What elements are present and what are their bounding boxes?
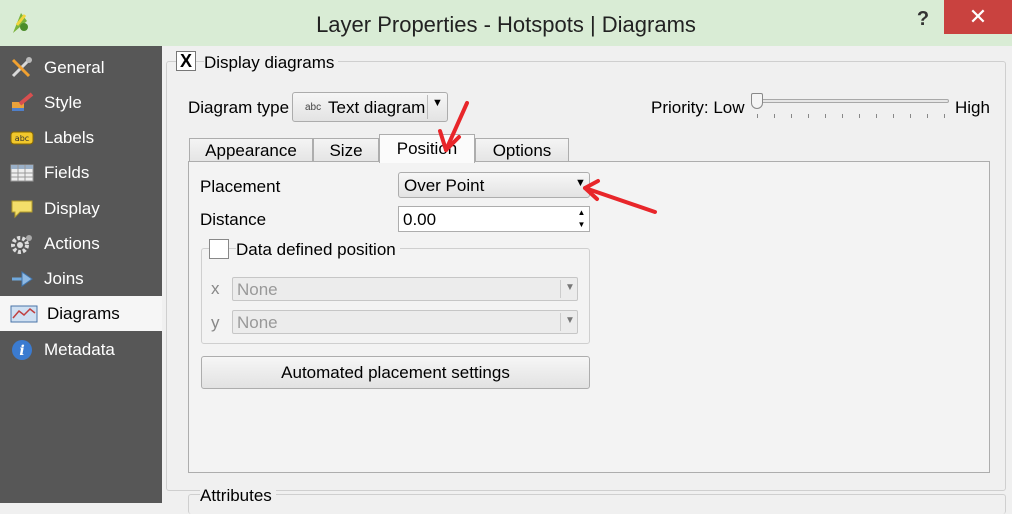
data-defined-position-label: Data defined position <box>236 240 400 260</box>
automated-placement-settings-button[interactable]: Automated placement settings <box>201 356 590 389</box>
display-diagrams-label: Display diagrams <box>204 53 339 73</box>
priority-high-label: High <box>955 98 990 117</box>
y-field-dropdown[interactable]: None ▼ <box>232 310 578 334</box>
sidebar-item-fields[interactable]: Fields <box>0 155 162 190</box>
attributes-group <box>188 494 1006 514</box>
dropdown-separator <box>427 95 428 119</box>
slider-tick <box>910 114 911 118</box>
sidebar-item-joins[interactable]: Joins <box>0 261 162 296</box>
chevron-down-icon: ▼ <box>565 315 575 326</box>
chevron-down-icon: ▼ <box>575 177 586 189</box>
distance-spinbox[interactable]: 0.00 ▲ ▼ <box>398 206 590 232</box>
diagram-type-dropdown[interactable]: abc Text diagram ▼ <box>292 92 448 122</box>
priority-label: Priority: Low <box>651 98 745 117</box>
paint-brush-icon <box>12 92 34 111</box>
sidebar-item-label: Display <box>44 199 100 218</box>
sidebar-item-label: Diagrams <box>47 304 120 323</box>
slider-tick <box>859 114 860 118</box>
y-label: y <box>211 313 220 332</box>
priority-slider-handle[interactable] <box>751 93 763 109</box>
dropdown-separator <box>560 280 561 298</box>
placement-dropdown[interactable]: Over Point ▼ <box>398 172 590 198</box>
slider-tick <box>927 114 928 118</box>
spin-down-icon[interactable]: ▼ <box>574 219 589 231</box>
chevron-down-icon: ▼ <box>565 282 575 293</box>
speech-bubble-icon <box>11 200 33 219</box>
abc-label-icon: abc <box>10 131 34 145</box>
sidebar-item-label: Metadata <box>44 340 115 359</box>
priority-slider-track[interactable] <box>755 99 949 103</box>
slider-tick <box>893 114 894 118</box>
slider-tick <box>825 114 826 118</box>
title-bar: Layer Properties - Hotspots | Diagrams ?… <box>0 0 1012 46</box>
sidebar: General Style abc Labels Fields Display <box>0 46 162 503</box>
data-defined-position-checkbox[interactable] <box>209 239 229 259</box>
tab-size[interactable]: Size <box>313 138 379 162</box>
gear-icon <box>11 235 32 254</box>
slider-tick <box>808 114 809 118</box>
placement-label: Placement <box>200 177 281 196</box>
chevron-down-icon: ▼ <box>432 97 443 109</box>
info-icon: i <box>12 340 32 360</box>
join-icon <box>12 271 33 287</box>
diagram-icon <box>10 305 38 323</box>
svg-text:i: i <box>19 343 24 359</box>
window-title: Layer Properties - Hotspots | Diagrams <box>316 12 696 37</box>
sidebar-item-label: Fields <box>44 163 90 182</box>
slider-tick <box>791 114 792 118</box>
diagram-type-value: Text diagram <box>328 98 426 117</box>
sidebar-item-label: Joins <box>44 269 84 288</box>
slider-tick <box>944 114 945 118</box>
diagram-type-label: Diagram type <box>188 98 290 117</box>
dropdown-separator <box>560 313 561 331</box>
x-field-value: None <box>237 280 278 299</box>
attributes-label: Attributes <box>200 486 276 506</box>
sidebar-item-labels[interactable]: abc Labels <box>0 120 162 155</box>
help-button[interactable]: ? <box>910 6 936 32</box>
placement-value: Over Point <box>404 176 485 195</box>
sidebar-item-style[interactable]: Style <box>0 85 162 120</box>
distance-label: Distance <box>200 210 267 229</box>
x-field-dropdown[interactable]: None ▼ <box>232 277 578 301</box>
slider-tick <box>842 114 843 118</box>
y-field-value: None <box>237 313 278 332</box>
tab-appearance[interactable]: Appearance <box>189 138 313 162</box>
tab-position[interactable]: Position <box>379 134 475 163</box>
x-label: x <box>211 279 220 298</box>
sidebar-item-label: General <box>44 58 105 77</box>
sidebar-item-general[interactable]: General <box>0 50 162 85</box>
sidebar-item-actions[interactable]: Actions <box>0 226 162 261</box>
tab-options[interactable]: Options <box>475 138 569 162</box>
table-icon <box>10 164 34 182</box>
text-diagram-icon: abc <box>305 102 322 113</box>
sidebar-item-display[interactable]: Display <box>0 191 162 226</box>
slider-tick <box>757 114 758 118</box>
slider-tick <box>774 114 775 118</box>
tools-icon <box>11 57 32 78</box>
distance-value: 0.00 <box>403 210 437 229</box>
sidebar-item-diagrams[interactable]: Diagrams <box>0 296 162 331</box>
sidebar-item-label: Actions <box>44 234 100 253</box>
svg-text:abc: abc <box>15 134 29 143</box>
close-button[interactable]: ✕ <box>944 0 1012 34</box>
spin-up-icon[interactable]: ▲ <box>574 207 589 219</box>
sidebar-item-label: Style <box>44 93 82 112</box>
display-diagrams-checkbox[interactable]: X <box>176 51 196 71</box>
slider-tick <box>876 114 877 118</box>
sidebar-item-label: Labels <box>44 128 95 147</box>
sidebar-item-metadata[interactable]: i Metadata <box>0 332 162 367</box>
